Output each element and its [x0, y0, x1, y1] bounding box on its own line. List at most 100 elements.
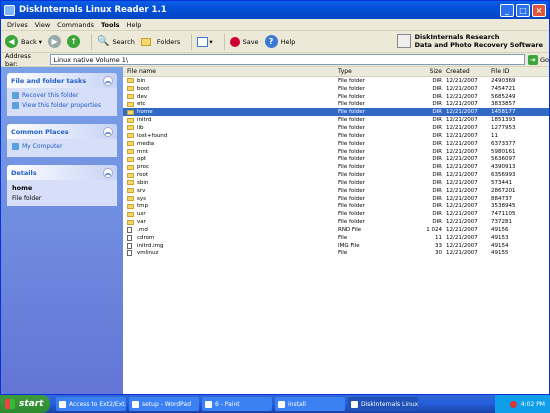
file-created-cell: 12/21/2007	[446, 203, 478, 210]
file-created-cell: 12/21/2007	[446, 85, 478, 92]
file-type-cell: File folder	[338, 187, 365, 194]
file-size-cell: DIR	[432, 211, 442, 218]
help-button[interactable]: ? Help	[264, 35, 295, 48]
file-row[interactable]: proc File folder DIR 12/21/2007 4390913	[123, 163, 549, 171]
file-type-cell: File folder	[338, 85, 365, 92]
file-row[interactable]: boot File folder DIR 12/21/2007 7454721	[123, 85, 549, 93]
file-row[interactable]: .rnd RND File 1 024 12/21/2007 49156	[123, 226, 549, 234]
go-button[interactable]: ➔ Go	[527, 54, 549, 65]
file-name-label: .rnd	[137, 226, 148, 233]
file-row[interactable]: sys File folder DIR 12/21/2007 884737	[123, 195, 549, 203]
file-name-cell: root	[123, 172, 338, 178]
my-computer-link[interactable]: My Computer	[12, 143, 112, 150]
file-row[interactable]: opt File folder DIR 12/21/2007 5636097	[123, 155, 549, 163]
column-header-size[interactable]: Size	[418, 68, 446, 75]
taskbar-task-button[interactable]: DiskInternals Linux ...	[348, 397, 418, 411]
menu-view[interactable]: View	[35, 21, 50, 29]
file-type-cell: File folder	[338, 203, 365, 210]
column-header-file-id[interactable]: File ID	[489, 68, 549, 75]
file-row[interactable]: vmlinuz File 30 12/21/2007 49155	[123, 250, 549, 258]
file-name-cell: tmp	[123, 203, 338, 209]
file-row[interactable]: media File folder DIR 12/21/2007 6373377	[123, 140, 549, 148]
file-created-cell: 12/21/2007	[446, 109, 478, 116]
back-button[interactable]: ◀ Back ▾	[5, 35, 42, 48]
file-icon	[127, 226, 132, 233]
file-size-cell: 30	[435, 250, 442, 257]
folders-button[interactable]: Folders	[140, 37, 180, 46]
folder-icon	[127, 156, 134, 162]
taskbar-task-button[interactable]: 6 - Paint	[202, 397, 272, 411]
file-type-cell: RND File	[338, 226, 362, 233]
file-row[interactable]: lib File folder DIR 12/21/2007 1277953	[123, 124, 549, 132]
file-row[interactable]: lost+found File folder DIR 12/21/2007 11	[123, 132, 549, 140]
views-button[interactable]: ▾	[197, 36, 213, 47]
panel-header[interactable]: File and folder tasks ︽	[7, 73, 117, 88]
file-name-cell: var	[123, 219, 338, 225]
menu-help[interactable]: Help	[127, 21, 142, 29]
file-name-label: media	[137, 140, 155, 147]
file-row[interactable]: usr File folder DIR 12/21/2007 7471105	[123, 210, 549, 218]
file-row[interactable]: initrd File folder DIR 12/21/2007 1851393	[123, 116, 549, 124]
minimize-button[interactable]: _	[500, 3, 514, 17]
file-row[interactable]: var File folder DIR 12/21/2007 737281	[123, 218, 549, 226]
collapse-icon[interactable]: ︽	[103, 75, 113, 86]
file-row[interactable]: tmp File folder DIR 12/21/2007 3538945	[123, 203, 549, 211]
window-title: DiskInternals Linux Reader 1.1	[19, 5, 167, 15]
taskbar-task-button[interactable]: Access to Ext2/Ext...	[56, 397, 126, 411]
file-row[interactable]: initrd.img IMG File 33 12/21/2007 49154	[123, 242, 549, 250]
column-header-type[interactable]: Type	[338, 68, 418, 75]
collapse-icon[interactable]: ︽	[103, 167, 113, 178]
save-button[interactable]: Save	[229, 36, 259, 47]
file-row[interactable]: dev File folder DIR 12/21/2007 5685249	[123, 93, 549, 101]
file-name-cell: usr	[123, 211, 338, 217]
file-row[interactable]: home File folder DIR 12/21/2007 1458177	[123, 108, 549, 117]
start-button[interactable]: start	[0, 395, 50, 413]
file-created-cell: 12/21/2007	[446, 187, 478, 194]
panel-header[interactable]: Common Places ︽	[7, 124, 117, 139]
file-size-cell: DIR	[432, 117, 442, 124]
panel-header[interactable]: Details ︽	[7, 165, 117, 180]
file-id-cell: 884737	[491, 195, 512, 202]
menu-tools[interactable]: Tools	[101, 21, 120, 29]
folder-icon	[127, 164, 134, 170]
file-created-cell: 12/21/2007	[446, 226, 478, 233]
menu-commands[interactable]: Commands	[57, 21, 94, 29]
file-id-cell: 5980161	[491, 148, 516, 155]
folder-properties-link[interactable]: View this folder properties	[12, 102, 112, 109]
tray-icon[interactable]	[509, 400, 517, 408]
file-id-cell: 1851393	[491, 117, 516, 124]
file-row[interactable]: bin File folder DIR 12/21/2007 2490369	[123, 77, 549, 85]
file-row[interactable]: srv File folder DIR 12/21/2007 2867201	[123, 187, 549, 195]
menu-drives[interactable]: Drives	[7, 21, 28, 29]
file-id-cell: 5636097	[491, 156, 516, 163]
file-row[interactable]: cdrom File 11 12/21/2007 49153	[123, 234, 549, 242]
address-label: Address bar:	[5, 51, 31, 68]
file-row[interactable]: sbin File folder DIR 12/21/2007 573441	[123, 179, 549, 187]
column-header-name[interactable]: File name	[123, 68, 338, 75]
file-name-cell: media	[123, 141, 338, 147]
task-app-icon	[351, 400, 358, 408]
folder-icon	[127, 94, 134, 100]
toolbar: ◀ Back ▾ ▶ ↑ 🔍 Search Folders ▾ Save ? H…	[1, 31, 549, 53]
title-bar[interactable]: DiskInternals Linux Reader 1.1 _ □ ×	[1, 1, 549, 19]
brand-line-2: Data and Photo Recovery Software	[414, 41, 543, 49]
up-folder-button[interactable]: ↑	[67, 35, 81, 48]
file-row[interactable]: etc File folder DIR 12/21/2007 3833857	[123, 101, 549, 109]
file-row[interactable]: mnt File folder DIR 12/21/2007 5980161	[123, 148, 549, 156]
file-row[interactable]: root File folder DIR 12/21/2007 6356993	[123, 171, 549, 179]
collapse-icon[interactable]: ︽	[103, 126, 113, 137]
chevron-down-icon[interactable]: ▾	[39, 38, 42, 46]
search-button[interactable]: 🔍 Search	[97, 36, 135, 47]
recover-folder-link[interactable]: Recover this folder	[12, 92, 112, 99]
task-label: DiskInternals Linux ...	[361, 400, 418, 408]
address-input[interactable]: Linux native Volume 1\	[49, 54, 525, 65]
maximize-button[interactable]: □	[516, 3, 530, 17]
file-name-label: var	[137, 219, 146, 226]
forward-button[interactable]: ▶	[48, 35, 62, 48]
close-button[interactable]: ×	[532, 3, 546, 17]
taskbar-task-button[interactable]: install	[275, 397, 345, 411]
column-header-created[interactable]: Created	[446, 68, 489, 75]
taskbar-task-button[interactable]: setup - WordPad	[129, 397, 199, 411]
file-id-cell: 7471105	[491, 211, 516, 218]
recover-icon	[12, 92, 19, 99]
